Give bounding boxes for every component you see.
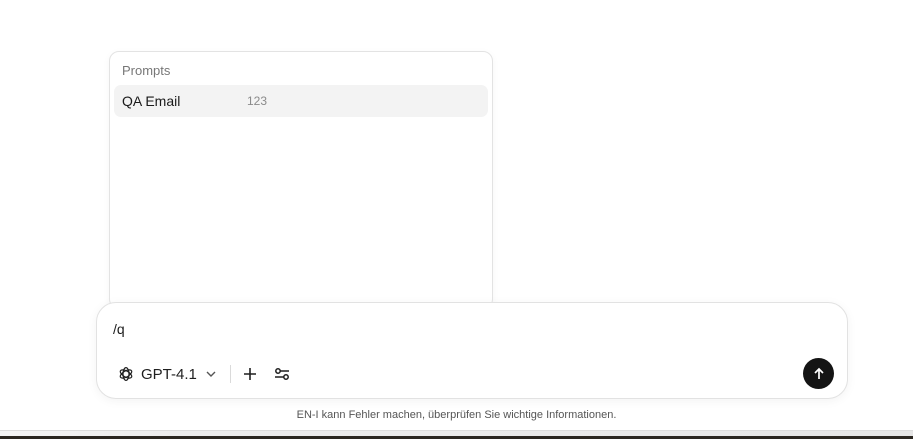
toolbar-divider (230, 365, 231, 383)
window-bottom-edge (0, 430, 913, 439)
prompts-header: Prompts (122, 63, 171, 78)
chat-page: Prompts QA Email 123 GPT-4.1 (0, 0, 913, 439)
send-button[interactable] (803, 358, 834, 389)
model-label: GPT-4.1 (141, 365, 197, 383)
prompts-popover: Prompts QA Email 123 (109, 51, 493, 309)
model-selector[interactable]: GPT-4.1 (117, 362, 217, 386)
message-composer: GPT-4.1 (96, 302, 848, 399)
message-input[interactable] (113, 319, 813, 339)
disclaimer-text: EN-I kann Fehler machen, überprüfen Sie … (296, 409, 617, 421)
plus-icon (244, 368, 256, 380)
prompt-item-qa-email[interactable]: QA Email 123 (114, 85, 488, 117)
tools-button[interactable] (270, 362, 294, 386)
openai-logo-icon (119, 367, 133, 381)
prompt-name: QA Email (122, 93, 181, 109)
sliders-icon (275, 368, 289, 380)
prompt-command: 123 (247, 94, 268, 108)
chevron-down-icon (206, 371, 216, 377)
arrow-up-icon (813, 367, 824, 379)
add-button[interactable] (238, 362, 262, 386)
